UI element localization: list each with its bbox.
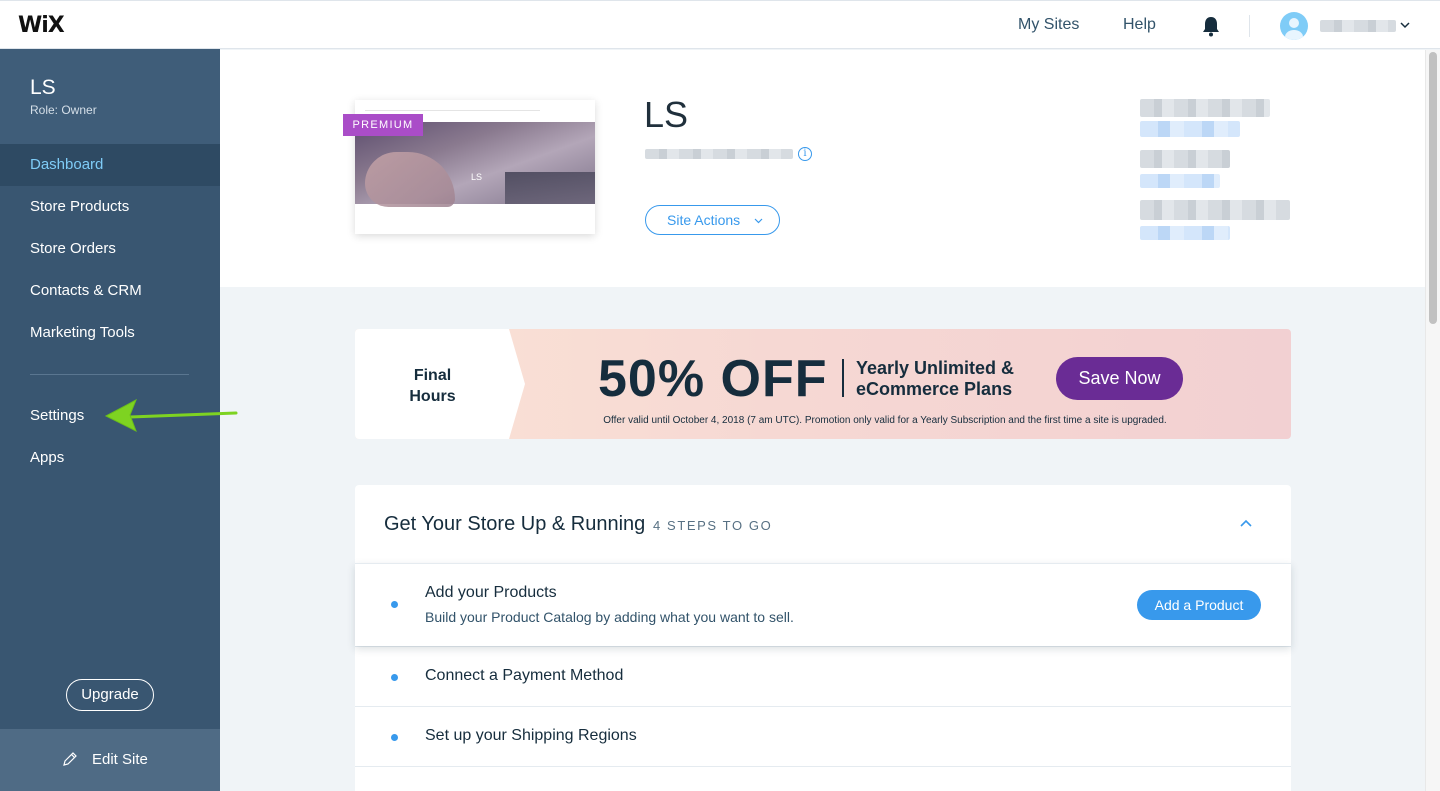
step-bullet — [391, 601, 398, 608]
sidebar-item-apps[interactable]: Apps — [0, 437, 220, 479]
site-header: LS PREMIUM LS i Site Actions — [220, 50, 1425, 287]
site-actions-button[interactable]: Site Actions — [645, 205, 780, 235]
sidebar-site-name: LS — [30, 76, 56, 99]
user-icon — [1285, 18, 1303, 40]
promo-plans: Yearly Unlimited & eCommerce Plans — [856, 358, 1015, 399]
step-label: Add your Products — [425, 584, 557, 601]
info-icon[interactable]: i — [798, 147, 812, 161]
promo-fine-print: Offer valid until October 4, 2018 (7 am … — [603, 415, 1167, 426]
mailbox-label-redacted — [1140, 200, 1290, 220]
step-label: Connect a Payment Method — [425, 667, 624, 684]
thumbnail-site-name: LS — [471, 172, 483, 182]
step-bullet — [391, 734, 398, 741]
my-sites-link[interactable]: My Sites — [1018, 16, 1079, 34]
thumbnail-hand — [365, 152, 455, 207]
steps-count: 4 STEPS TO GO — [653, 518, 773, 533]
topbar-divider — [1249, 15, 1250, 37]
site-title: LS — [644, 94, 689, 135]
premium-badge: PREMIUM — [343, 114, 423, 136]
step-description: Build your Product Catalog by adding wha… — [425, 609, 794, 625]
step-label: Set up your Shipping Regions — [425, 727, 637, 744]
promo-headline: 50% OFF — [598, 350, 828, 408]
promo-final-hours: Final Hours — [409, 367, 456, 405]
promo-divider — [842, 359, 844, 397]
top-bar: WiX My Sites Help — [0, 0, 1440, 49]
avatar[interactable] — [1280, 12, 1308, 40]
store-setup-card: Get Your Store Up & Running 4 STEPS TO G… — [355, 485, 1291, 791]
thumbnail-nav-line — [365, 110, 540, 111]
step-connect-payment[interactable]: Connect a Payment Method — [355, 646, 1291, 706]
chevron-up-icon[interactable] — [1238, 515, 1254, 531]
promo-banner[interactable]: Final Hours 50% OFF Yearly Unlimited & e… — [355, 329, 1291, 439]
sidebar-item-store-orders[interactable]: Store Orders — [0, 228, 220, 270]
step-bullet — [391, 674, 398, 681]
edit-site-button[interactable]: Edit Site — [0, 729, 220, 791]
plan-label-redacted — [1140, 99, 1270, 117]
help-link[interactable]: Help — [1123, 16, 1156, 34]
sidebar-divider — [30, 374, 189, 375]
thumbnail-laptop — [505, 172, 595, 204]
pencil-icon — [63, 752, 77, 766]
plan-link-redacted[interactable] — [1140, 121, 1240, 137]
store-setup-title: Get Your Store Up & Running — [384, 513, 646, 535]
step-add-products[interactable]: Add your Products Build your Product Cat… — [355, 563, 1291, 646]
mailbox-link-redacted[interactable] — [1140, 226, 1230, 240]
sidebar-item-store-products[interactable]: Store Products — [0, 186, 220, 228]
bell-icon[interactable] — [1201, 15, 1221, 37]
scrollbar-thumb[interactable] — [1429, 52, 1437, 324]
sidebar-item-contacts-crm[interactable]: Contacts & CRM — [0, 270, 220, 312]
chevron-down-icon — [754, 218, 763, 224]
save-now-button[interactable]: Save Now — [1056, 357, 1183, 400]
step-next-partial[interactable] — [355, 766, 1291, 791]
domain-link-redacted[interactable] — [1140, 174, 1220, 188]
site-actions-label: Site Actions — [667, 212, 741, 228]
domain-label-redacted — [1140, 150, 1230, 168]
step-shipping-regions[interactable]: Set up your Shipping Regions — [355, 706, 1291, 766]
wix-logo[interactable]: WiX — [18, 13, 65, 38]
edit-site-label: Edit Site — [92, 751, 148, 768]
sidebar-role: Role: Owner — [30, 103, 97, 117]
upgrade-button[interactable]: Upgrade — [66, 679, 154, 711]
sidebar-item-marketing-tools[interactable]: Marketing Tools — [0, 312, 220, 354]
account-name-redacted[interactable] — [1320, 20, 1396, 32]
chevron-down-icon[interactable] — [1400, 21, 1410, 29]
add-product-button[interactable]: Add a Product — [1137, 590, 1261, 620]
annotation-arrow-icon — [104, 398, 238, 433]
site-url-redacted[interactable] — [645, 149, 793, 159]
sidebar-item-dashboard[interactable]: Dashboard — [0, 144, 220, 186]
